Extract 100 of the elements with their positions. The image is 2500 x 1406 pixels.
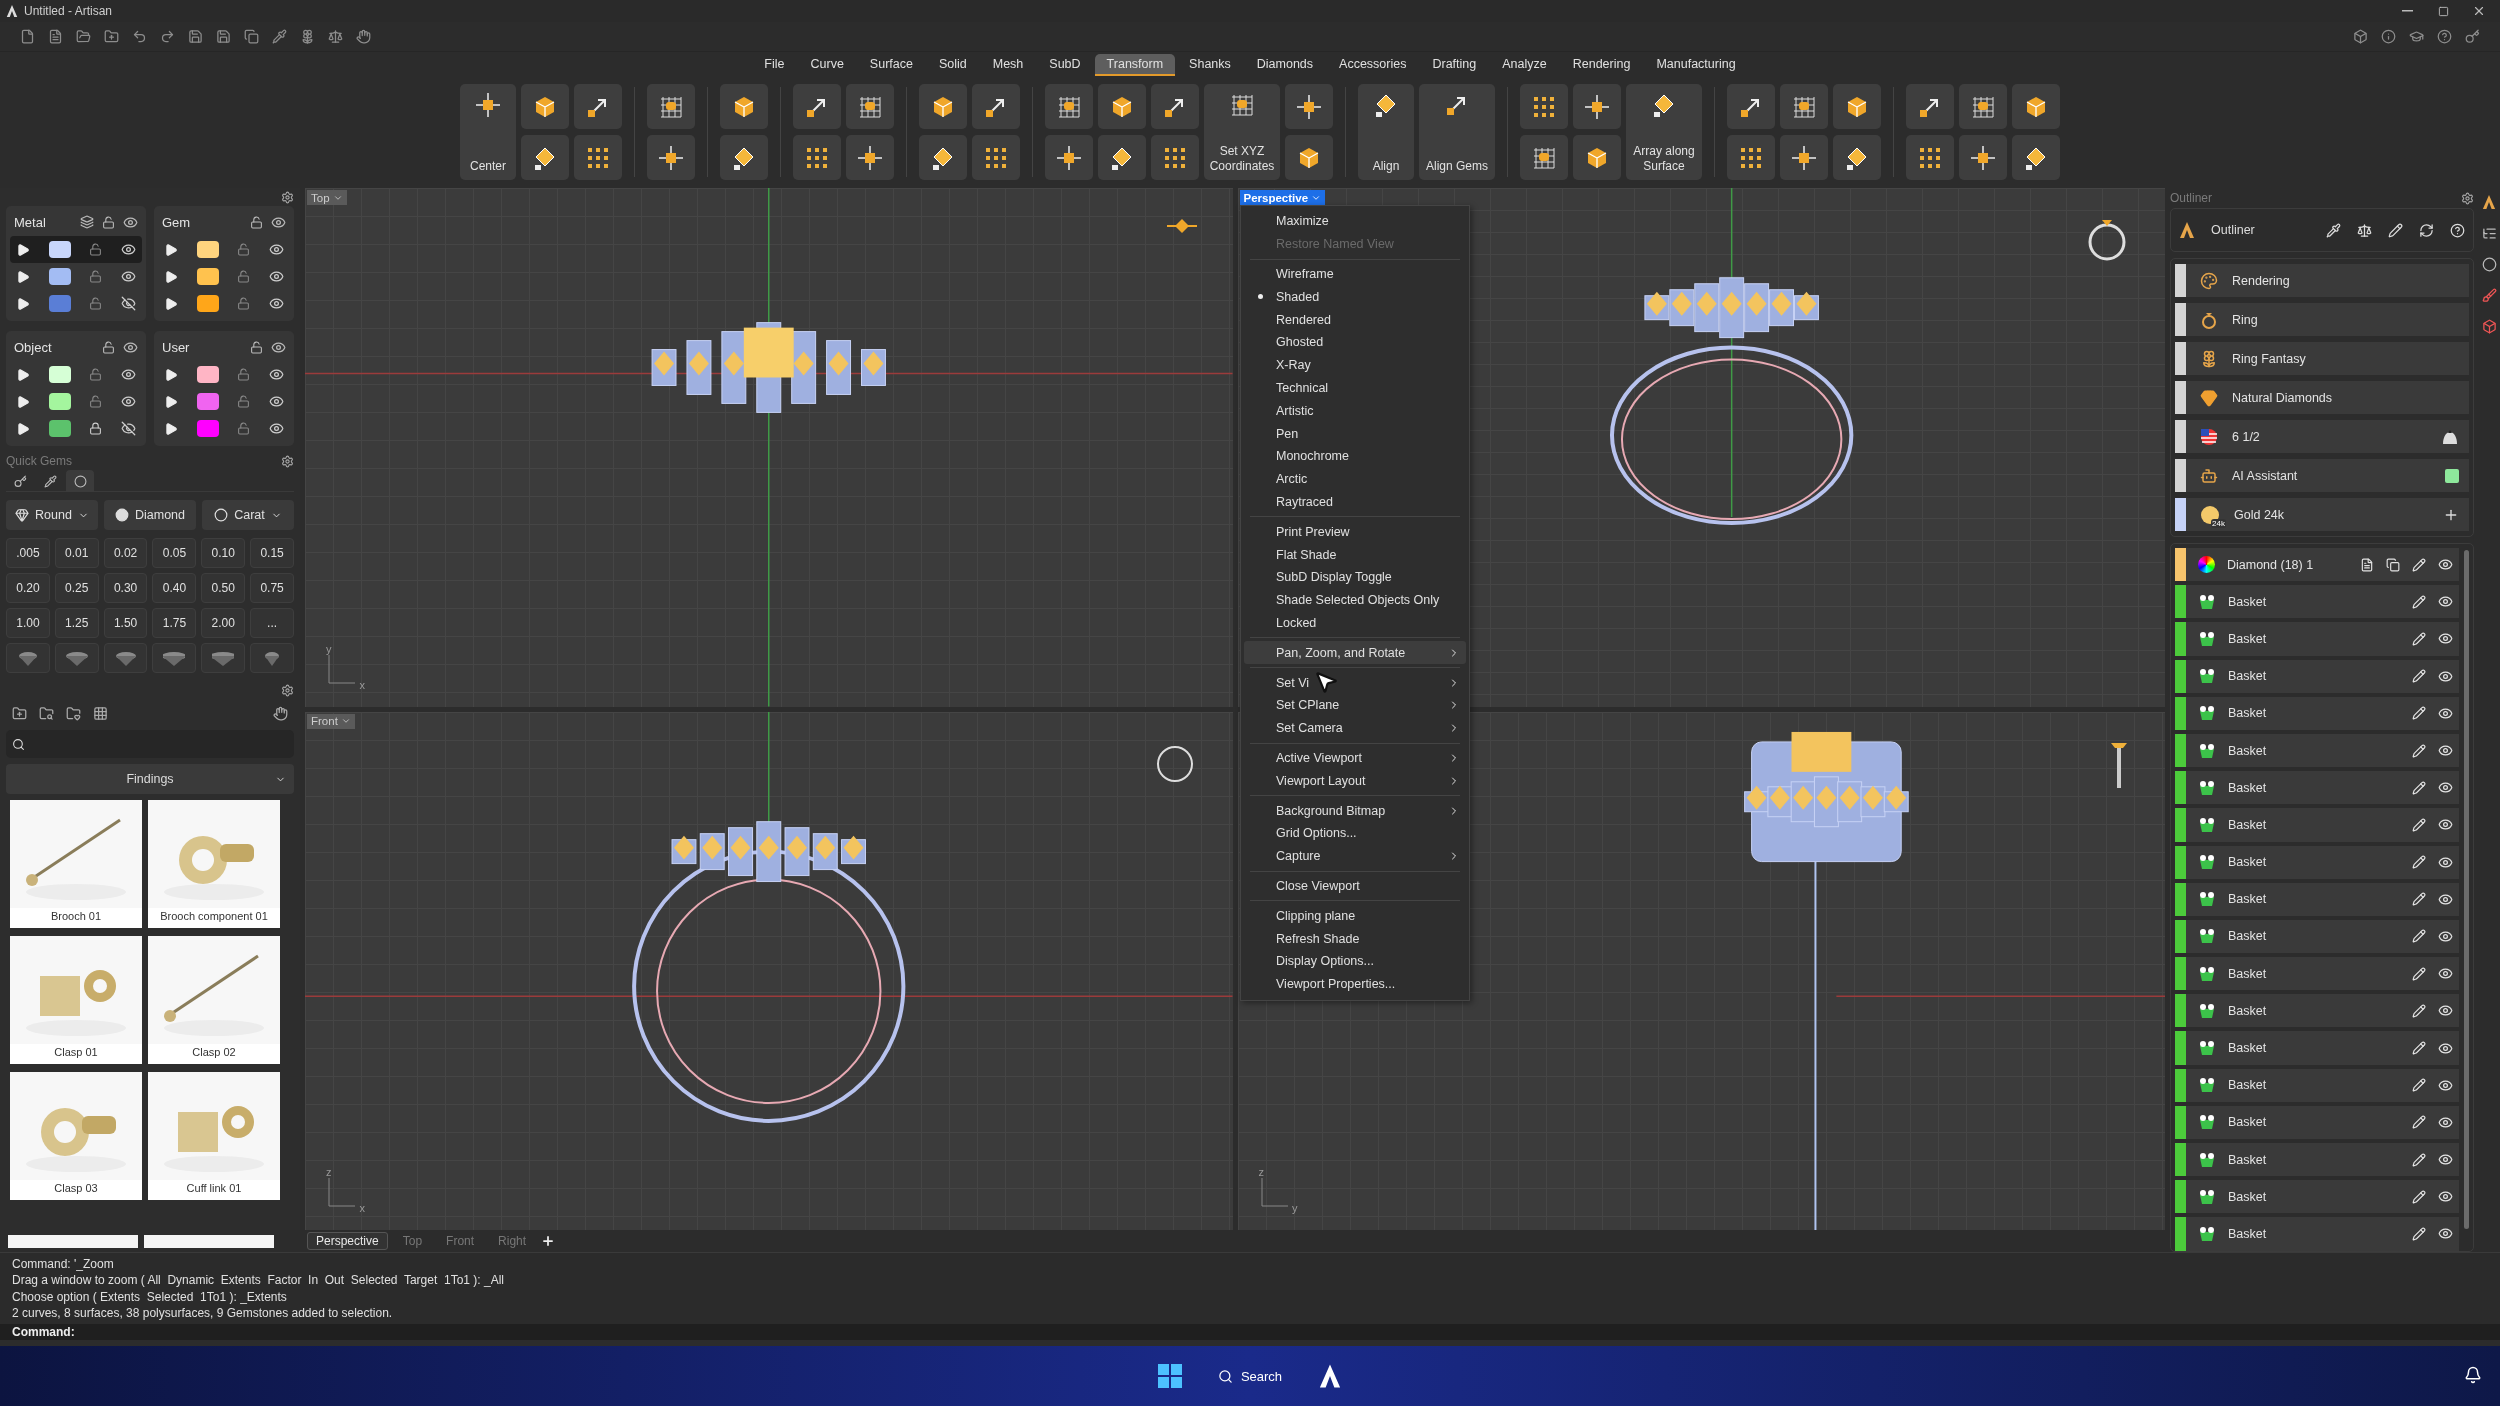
menu-item[interactable]: Technical	[1244, 376, 1466, 400]
layer-item[interactable]: Basket	[2175, 808, 2459, 842]
size-button[interactable]: 0.05	[152, 538, 197, 568]
layer-item[interactable]: Basket	[2175, 733, 2459, 768]
size-button[interactable]: 1.50	[103, 608, 148, 638]
size-button[interactable]: 2.00	[201, 608, 246, 638]
size-button[interactable]: 0.01	[54, 538, 99, 568]
menu-item[interactable]: Monochrome	[1244, 444, 1466, 468]
layer-item[interactable]: Basket	[2175, 1180, 2459, 1214]
menu-item[interactable]: Refresh Shade	[1244, 927, 1466, 950]
layer-item[interactable]: Basket	[2175, 622, 2459, 656]
menu-item[interactable]: Active Viewport	[1244, 746, 1466, 770]
outliner-item[interactable]: 6 1/2	[2175, 420, 2469, 453]
library-item[interactable]: Clasp 02	[148, 936, 280, 1064]
outliner-item[interactable]: Rendering	[2175, 264, 2469, 297]
taskbar-search[interactable]: Search	[1203, 1359, 1297, 1393]
library-item[interactable]: Brooch 01	[10, 800, 142, 928]
layer-item[interactable]: Basket	[2175, 994, 2459, 1028]
menu-item[interactable]: Viewport Properties...	[1244, 972, 1466, 996]
menu-item[interactable]: Capture	[1244, 844, 1466, 868]
menu-tab[interactable]: Analyze	[1490, 54, 1559, 76]
menu-item[interactable]: Viewport Layout	[1244, 769, 1466, 793]
menu-item[interactable]: Pen	[1244, 422, 1466, 445]
menu-item[interactable]: Print Preview	[1244, 520, 1466, 544]
menu-item[interactable]: Set Camera	[1244, 716, 1466, 740]
size-button[interactable]: 0.10	[201, 538, 246, 568]
size-button[interactable]: 0.20	[6, 573, 50, 603]
menu-item[interactable]: Pan, Zoom, and Rotate	[1244, 641, 1466, 665]
layer-item[interactable]: Basket	[2175, 585, 2459, 619]
outliner-item[interactable]: Ring	[2175, 303, 2469, 336]
outliner-item[interactable]: Natural Diamonds	[2175, 381, 2469, 414]
menu-item[interactable]: SubD Display Toggle	[1244, 565, 1466, 589]
layer-item[interactable]: Basket	[2175, 696, 2459, 730]
menu-item[interactable]: X-Ray	[1244, 353, 1466, 377]
menu-item[interactable]: Arctic	[1244, 467, 1466, 491]
menu-item[interactable]: Artistic	[1244, 399, 1466, 423]
menu-item[interactable]: Clipping plane	[1244, 904, 1466, 928]
tool-button[interactable]: Center	[460, 84, 516, 180]
menu-tab[interactable]: Diamonds	[1244, 54, 1326, 76]
outliner-item[interactable]: Ring Fantasy	[2175, 342, 2469, 375]
size-button[interactable]: 1.00	[6, 608, 50, 638]
viewport-label[interactable]: Perspective	[1239, 190, 1326, 205]
menu-item[interactable]: Ghosted	[1244, 331, 1466, 354]
library-item[interactable]: Clasp 01	[10, 936, 142, 1064]
material-dropdown[interactable]: Diamond	[104, 500, 196, 530]
menu-tab[interactable]: Mesh	[980, 54, 1036, 76]
layer-item[interactable]: Basket	[2175, 1031, 2459, 1065]
tool-button[interactable]: Align	[1358, 84, 1414, 180]
layer-item[interactable]: Basket	[2175, 1068, 2459, 1102]
layer-item[interactable]: Diamond (18) 1	[2175, 548, 2459, 582]
tool-button[interactable]: Set XYZ Coordinates	[1204, 84, 1280, 180]
menu-item[interactable]: Close Viewport	[1244, 874, 1466, 898]
menu-tab[interactable]: File	[752, 54, 797, 76]
menu-item[interactable]: Raytraced	[1244, 490, 1466, 514]
layer-item[interactable]: Basket	[2175, 1143, 2459, 1177]
menu-item[interactable]: Wireframe	[1244, 262, 1466, 286]
viewport-label[interactable]: Front	[307, 713, 355, 729]
layer-item[interactable]: Basket	[2175, 957, 2459, 991]
library-item[interactable]: Cuff link 01	[148, 1072, 280, 1200]
menu-tab[interactable]: Rendering	[1560, 54, 1643, 76]
size-button[interactable]: 0.50	[201, 573, 246, 603]
menu-tab[interactable]: Shanks	[1177, 54, 1243, 76]
menu-item[interactable]: Maximize	[1244, 210, 1466, 233]
size-button[interactable]: 0.02	[103, 538, 148, 568]
viewport[interactable]: Front z x	[305, 711, 1233, 1230]
layer-item[interactable]: Basket	[2175, 1105, 2459, 1139]
viewport[interactable]: Top y x	[305, 188, 1233, 707]
menu-item[interactable]: Background Bitmap	[1244, 799, 1466, 822]
menu-item[interactable]: Grid Options...	[1244, 821, 1466, 845]
menu-tab[interactable]: Accessories	[1327, 54, 1419, 76]
category-dropdown[interactable]: Findings	[6, 764, 294, 794]
menu-item[interactable]: Flat Shade	[1244, 543, 1466, 566]
outliner-item[interactable]: 24k Gold 24k	[2175, 498, 2469, 531]
menu-tab[interactable]: Solid	[926, 54, 979, 76]
layer-item[interactable]: Basket	[2175, 882, 2459, 916]
tool-button[interactable]: Array along Surface	[1626, 84, 1702, 180]
outliner-item[interactable]: AI Assistant	[2175, 459, 2469, 492]
menu-item[interactable]: Locked	[1244, 611, 1466, 635]
size-button[interactable]: 0.25	[54, 573, 99, 603]
size-button[interactable]: ...	[250, 608, 294, 638]
menu-tab[interactable]: SubD	[1037, 54, 1093, 76]
size-button[interactable]: 0.40	[152, 573, 197, 603]
shape-dropdown[interactable]: Round	[6, 500, 98, 530]
unit-dropdown[interactable]: Carat	[202, 500, 294, 530]
size-button[interactable]: 1.75	[152, 608, 197, 638]
viewport-label[interactable]: Top	[307, 190, 347, 205]
library-item[interactable]: Clasp 03	[10, 1072, 142, 1200]
menu-item[interactable]: Shade Selected Objects Only	[1244, 588, 1466, 612]
size-button[interactable]: 0.15	[250, 538, 294, 568]
size-button[interactable]: 0.30	[103, 573, 148, 603]
menu-item[interactable]: Set Vi	[1244, 671, 1466, 694]
menu-item[interactable]: Rendered	[1244, 308, 1466, 331]
menu-tab[interactable]: Manufacturing	[1644, 54, 1748, 76]
menu-tab[interactable]: Drafting	[1420, 54, 1489, 76]
size-button[interactable]: 0.75	[250, 573, 294, 603]
layer-item[interactable]: Basket	[2175, 919, 2459, 954]
library-item[interactable]: Brooch component 01	[148, 800, 280, 928]
command-field[interactable]: Command:	[0, 1324, 2500, 1340]
layer-item[interactable]: Basket	[2175, 659, 2459, 693]
size-button[interactable]: 1.25	[54, 608, 99, 638]
